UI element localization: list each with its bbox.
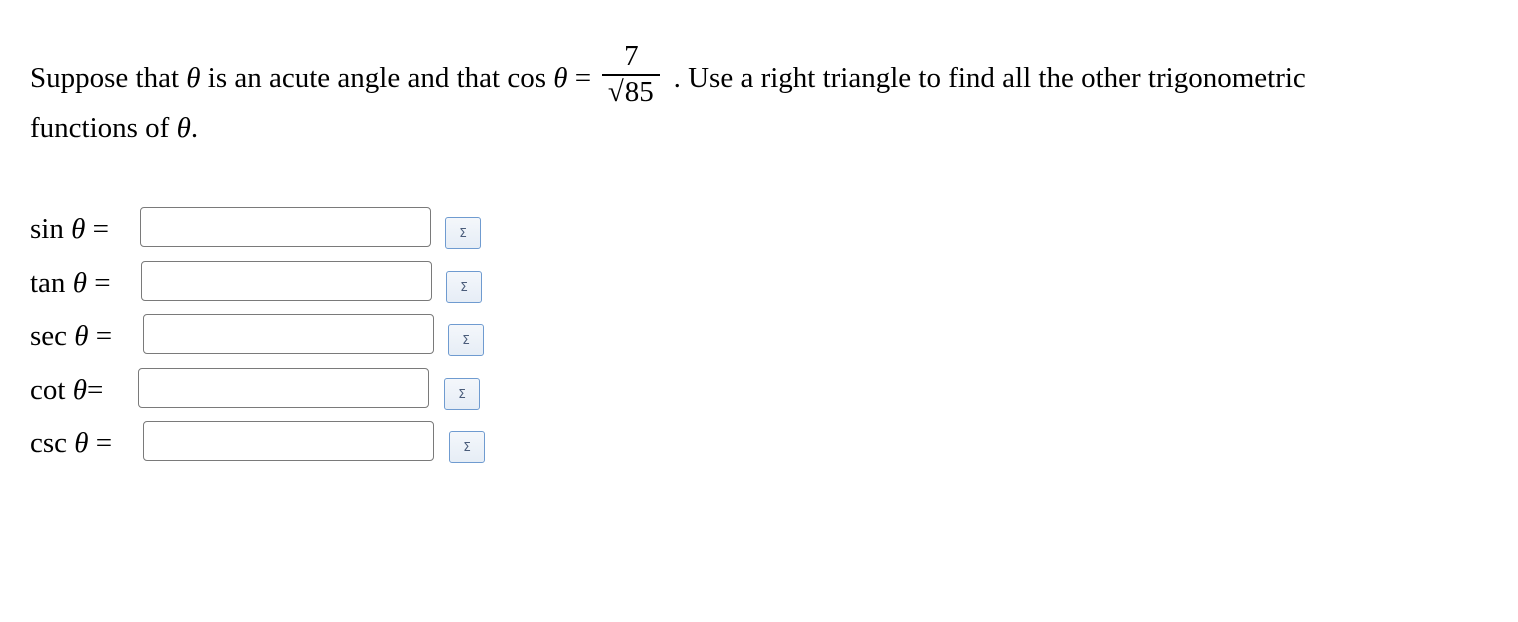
cot-sigma-button[interactable]: Σ bbox=[444, 378, 480, 410]
problem-statement-line-2: functions of θ. bbox=[30, 114, 198, 143]
problem-statement-line-1: Suppose that θ is an acute angle and tha… bbox=[30, 42, 1306, 113]
theta-symbol: θ bbox=[72, 267, 87, 299]
sec-theta-label: sec θ = bbox=[30, 322, 112, 351]
function-name: cot bbox=[30, 374, 66, 406]
theta-symbol: θ bbox=[71, 213, 86, 245]
sec-answer-input[interactable] bbox=[143, 314, 434, 354]
problem-text-end: . Use a right triangle to find all the o… bbox=[666, 61, 1306, 94]
period: . bbox=[190, 112, 199, 144]
problem-text-start: Suppose that bbox=[30, 61, 187, 94]
theta-symbol: θ bbox=[186, 61, 201, 94]
cos-fraction: 7 √85 bbox=[602, 40, 661, 108]
sigma-icon: Σ bbox=[463, 440, 471, 454]
fraction-denominator: √85 bbox=[602, 74, 660, 108]
sin-sigma-button[interactable]: Σ bbox=[445, 217, 481, 249]
sin-answer-input[interactable] bbox=[140, 207, 431, 247]
theta-symbol: θ bbox=[74, 320, 89, 352]
equals-sign: = bbox=[86, 374, 104, 406]
theta-symbol: θ bbox=[176, 112, 191, 144]
tan-sigma-button[interactable]: Σ bbox=[446, 271, 482, 303]
sin-theta-label: sin θ = bbox=[30, 215, 109, 244]
equals-sign: = bbox=[95, 427, 113, 459]
sigma-icon: Σ bbox=[458, 387, 466, 401]
equals-sign: = bbox=[95, 320, 113, 352]
equals-sign: = bbox=[92, 213, 109, 245]
csc-theta-label: csc θ = bbox=[30, 429, 112, 458]
equals-sign: = bbox=[94, 267, 111, 299]
fraction-numerator: 7 bbox=[624, 40, 639, 72]
sigma-icon: Σ bbox=[459, 226, 467, 240]
sqrt-radicand: 85 bbox=[623, 74, 655, 108]
theta-symbol: θ bbox=[74, 427, 89, 459]
sigma-icon: Σ bbox=[460, 280, 468, 294]
sec-sigma-button[interactable]: Σ bbox=[448, 324, 484, 356]
function-name: csc bbox=[30, 427, 68, 459]
sigma-icon: Σ bbox=[462, 333, 470, 347]
tan-theta-label: tan θ = bbox=[30, 269, 111, 298]
theta-symbol: θ bbox=[553, 61, 568, 94]
sqrt-symbol: √ bbox=[607, 75, 624, 108]
problem-text-functions: functions of bbox=[30, 112, 177, 144]
function-name: tan bbox=[30, 267, 66, 299]
csc-answer-input[interactable] bbox=[143, 421, 434, 461]
tan-answer-input[interactable] bbox=[141, 261, 432, 301]
cot-answer-input[interactable] bbox=[138, 368, 429, 408]
function-name: sin bbox=[30, 213, 64, 245]
function-name: sec bbox=[30, 320, 68, 352]
theta-symbol: θ bbox=[72, 374, 87, 406]
equals-sign: = bbox=[567, 61, 599, 94]
problem-text-mid: is an acute angle and that cos bbox=[200, 61, 554, 94]
csc-sigma-button[interactable]: Σ bbox=[449, 431, 485, 463]
cot-theta-label: cot θ= bbox=[30, 376, 103, 405]
